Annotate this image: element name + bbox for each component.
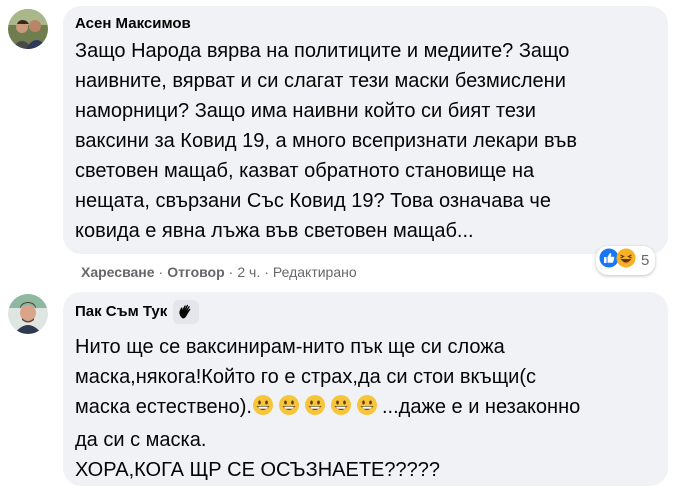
separator: · [158, 264, 164, 280]
comment-line: Нито ще се ваксинирам-нито пък ще си сло… [75, 336, 505, 358]
comment-line: ХОРА,КОГА ЩР СЕ ОСЪЗНАЕТЕ????? [75, 459, 441, 481]
grinning-face-icon [278, 394, 300, 425]
avatar[interactable] [8, 9, 48, 49]
comment-bubble: Асен Максимов Защо Народа вярва на полит… [63, 6, 668, 254]
comment-line: Защо Народа вярва на политиците и медиит… [75, 40, 570, 62]
comment-line: да си с маска. [75, 429, 207, 451]
separator: · [228, 264, 234, 280]
edited-label[interactable]: Редактирано [273, 262, 357, 282]
comment-line: наивните, вярват и си слагат тези маски … [75, 70, 566, 92]
like-link[interactable]: Харесване [81, 262, 155, 282]
comment-author[interactable]: Асен Максимов [75, 14, 656, 34]
comment-author[interactable]: Пак Съм Тук [75, 300, 656, 324]
comment-line: световен мащаб, казват обратното станови… [75, 160, 535, 182]
waving-hand-icon [173, 300, 200, 324]
comment-line: маска естествено). ...даже е и незаконно [75, 392, 656, 425]
comment-line: наморници? Защо има наивни който си бият… [75, 100, 536, 122]
comment-text: Защо Народа вярва на политиците и медиит… [75, 36, 656, 246]
timestamp-link[interactable]: 2 ч. [237, 262, 260, 282]
author-name[interactable]: Пак Съм Тук [75, 302, 167, 322]
grinning-face-icon [356, 394, 378, 425]
author-name[interactable]: Асен Максимов [75, 14, 191, 34]
grinning-face-icon [252, 394, 274, 425]
reaction-count: 5 [641, 252, 650, 269]
reply-link[interactable]: Отговор [167, 262, 224, 282]
laughing-icon [616, 248, 636, 273]
comment-bubble: Пак Съм Тук Нито ще се ваксинирам-нито п… [63, 292, 668, 486]
comment-text: Нито ще се ваксинирам-нито пък ще си сло… [75, 332, 656, 485]
separator: · [264, 264, 269, 280]
comment-text-span: маска естествено). [75, 396, 252, 418]
comment-line: маска,някога!Който го е страх,да си стои… [75, 366, 537, 388]
comment-line: ковида е явна лъжа във световен мащаб... [75, 220, 474, 242]
comment-actions: Харесване · Отговор · 2 ч. · Редактирано [81, 262, 357, 282]
grinning-face-icon [330, 394, 352, 425]
comment-text-span: ...даже е и незаконно [382, 396, 581, 418]
grinning-face-icon [304, 394, 326, 425]
reaction-summary[interactable]: 5 [596, 246, 656, 275]
emoji-group [252, 395, 382, 418]
comment-line: ваксини за Ковид 19, а много всепризнати… [75, 130, 578, 152]
comment-line: нещата, свързани Със Ковид 19? Това озна… [75, 190, 551, 212]
avatar[interactable] [8, 294, 48, 334]
